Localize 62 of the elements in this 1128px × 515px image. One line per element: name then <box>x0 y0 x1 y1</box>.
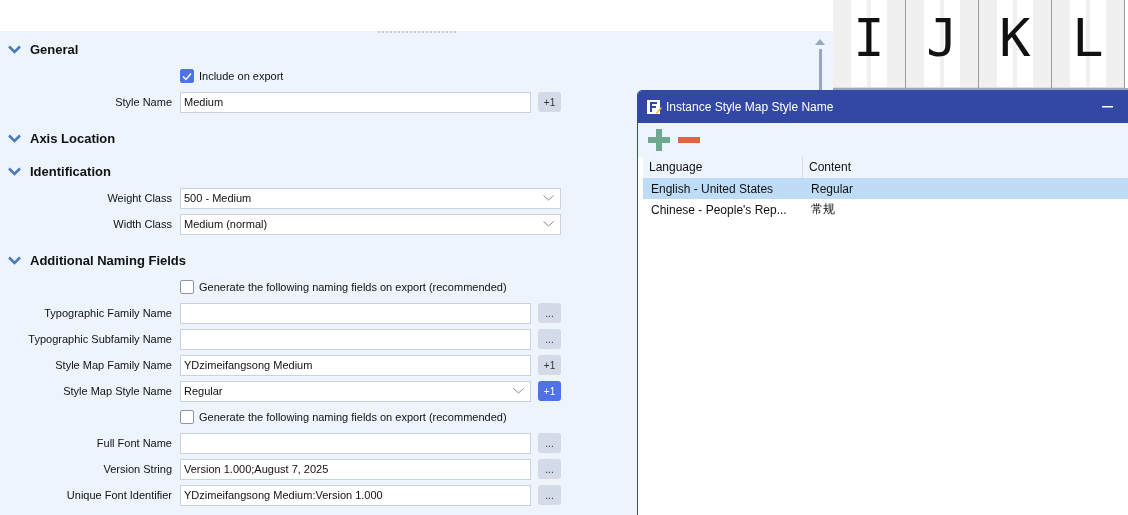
include-checkbox[interactable]: Include on export <box>180 69 284 83</box>
chevron-icon[interactable] <box>8 44 21 54</box>
side-button[interactable]: +1 <box>538 381 561 401</box>
dialog-title: Instance Style Map Style Name <box>666 100 835 114</box>
text-field[interactable] <box>180 432 531 454</box>
glyph-cell[interactable]: I <box>833 0 906 88</box>
table-cell-text: Regular <box>810 181 855 196</box>
dropdown-field[interactable]: Medium (normal) <box>180 213 561 235</box>
table-row[interactable]: English - United States Regular <box>643 178 1128 199</box>
field-label: Version String <box>102 463 173 475</box>
scroll-up-icon[interactable] <box>815 39 825 45</box>
table-cell-text: Chinese - People's Rep... <box>650 202 788 217</box>
caret-icon <box>543 195 554 201</box>
minimize-icon[interactable] <box>1102 106 1113 108</box>
checkmark-icon <box>182 71 192 81</box>
caret-icon <box>543 221 554 227</box>
side-button[interactable]: ... <box>538 485 561 505</box>
side-button[interactable]: ... <box>538 433 561 453</box>
side-button[interactable]: +1 <box>538 92 561 112</box>
section-title: Additional Naming Fields <box>30 252 186 268</box>
field-label: Width Class <box>112 218 173 230</box>
chevron-icon[interactable] <box>8 255 21 265</box>
text-field[interactable]: YDzimeifangsong Medium:Version 1.000 <box>180 484 531 506</box>
table-cell-text: English - United States <box>650 181 775 196</box>
app-icon <box>646 99 662 115</box>
glyph: L <box>1072 12 1104 64</box>
field-label: Style Map Family Name <box>54 359 173 371</box>
side-button[interactable]: ... <box>538 459 561 479</box>
glyph-cell[interactable]: J <box>906 0 979 88</box>
field-label: Unique Font Identifier <box>65 489 173 501</box>
add-button[interactable] <box>648 129 670 151</box>
text-field[interactable]: Medium <box>180 91 531 113</box>
side-button[interactable]: ... <box>538 329 561 349</box>
side-button[interactable]: ... <box>538 303 561 323</box>
section-title: Identification <box>30 163 111 179</box>
dropdown-field[interactable]: 500 - Medium <box>180 187 561 209</box>
field-label: Weight Class <box>106 192 173 204</box>
include-checkbox[interactable]: Generate the following naming fields on export (recommended) <box>180 280 507 294</box>
caret-icon <box>513 388 524 394</box>
glyph: I <box>853 12 885 64</box>
column-header[interactable]: Content <box>803 157 1128 178</box>
glyph-cell[interactable]: L <box>1052 0 1125 88</box>
section-title: Axis Location <box>30 130 116 146</box>
glyph: J <box>926 12 958 64</box>
dropdown-field[interactable]: Regular <box>180 380 531 402</box>
field-label: Style Name <box>114 96 173 108</box>
section-title: General <box>30 41 79 57</box>
field-label: Style Map Style Name <box>62 385 173 397</box>
text-field[interactable] <box>180 328 531 350</box>
glyph: K <box>999 12 1031 64</box>
text-field[interactable]: Version 1.000;August 7, 2025 <box>180 458 531 480</box>
field-label: Typographic Subfamily Name <box>27 333 173 345</box>
side-button[interactable]: +1 <box>538 355 561 375</box>
chevron-icon[interactable] <box>8 133 21 143</box>
chevron-icon[interactable] <box>8 166 21 176</box>
glyph-cell[interactable]: K <box>979 0 1052 88</box>
text-field[interactable]: YDzimeifangsong Medium <box>180 354 531 376</box>
include-checkbox[interactable]: Generate the following naming fields on export (recommended) <box>180 410 507 424</box>
field-label: Full Font Name <box>95 437 173 449</box>
field-label: Typographic Family Name <box>43 307 173 319</box>
text-field[interactable] <box>180 302 531 324</box>
table-cell-text: 常规 <box>810 201 836 218</box>
